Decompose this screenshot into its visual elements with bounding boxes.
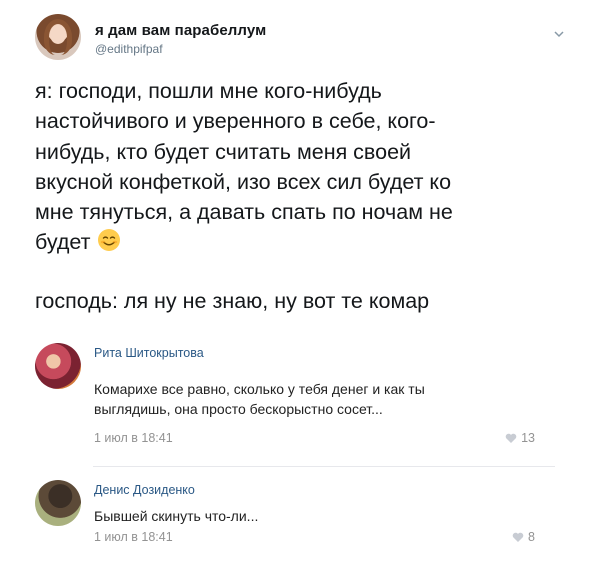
- comment-text-line: выглядишь, она просто бескорыстно сосет.…: [94, 401, 383, 417]
- tweet-author-handle[interactable]: @edithpifpaf: [95, 42, 163, 56]
- comment-date[interactable]: 1 июл в 18:41: [94, 431, 173, 445]
- like-count: 8: [528, 530, 535, 544]
- avatar[interactable]: [35, 343, 81, 389]
- tweet-text: я: господи, пошли мне кого-нибудь настой…: [35, 76, 575, 258]
- like-count: 13: [521, 431, 535, 445]
- like-button[interactable]: 13: [505, 431, 535, 445]
- tweet-line: нибудь, кто будет считать меня своей: [35, 139, 412, 164]
- tweet-line: будет: [35, 230, 91, 255]
- tweet-line: я: господи, пошли мне кого-нибудь: [35, 79, 382, 103]
- like-button[interactable]: 8: [512, 530, 535, 544]
- tweet-header: я дам вам парабеллум @edithpifpaf: [35, 10, 575, 66]
- avatar[interactable]: [35, 480, 81, 526]
- tweet-second-paragraph: господь: ля ну не знаю, ну вот те комар: [35, 289, 430, 313]
- chevron-down-icon[interactable]: [553, 28, 565, 40]
- tweet-line: настойчивого и уверенного в себе, кого-: [35, 109, 436, 134]
- tweet-author-avatar[interactable]: [35, 14, 81, 60]
- comment-text: Бывшей скинуть что-ли...: [94, 506, 564, 526]
- tweet-line: вкусной конфеткой, изо всех сил будет ко: [35, 169, 452, 194]
- comment-author-name[interactable]: Денис Дозиденко: [94, 483, 195, 497]
- comment-text-line: Бывшей скинуть что-ли...: [94, 508, 259, 524]
- tweet-line-last: будет: [35, 227, 575, 257]
- comment-item: Денис Дозиденко Бывшей скинуть что-ли...…: [35, 480, 555, 560]
- screenshot-page: я дам вам парабеллум @edithpifpaf я: гос…: [0, 0, 600, 569]
- comment-text: Комарихе все равно, сколько у тебя денег…: [94, 379, 564, 419]
- divider: [93, 466, 555, 467]
- comment-item: Рита Шитокрытова Комарихе все равно, ско…: [35, 343, 555, 453]
- heart-icon: [505, 433, 517, 443]
- heart-icon: [512, 532, 524, 542]
- comment-date[interactable]: 1 июл в 18:41: [94, 530, 173, 544]
- tweet-author-name[interactable]: я дам вам парабеллум: [95, 22, 266, 39]
- comment-author-name[interactable]: Рита Шитокрытова: [94, 346, 204, 360]
- comment-text-line: Комарихе все равно, сколько у тебя денег…: [94, 381, 425, 397]
- smiling-face-icon: [97, 229, 120, 252]
- tweet-line: мне тянуться, а давать спать по ночам не: [35, 200, 453, 225]
